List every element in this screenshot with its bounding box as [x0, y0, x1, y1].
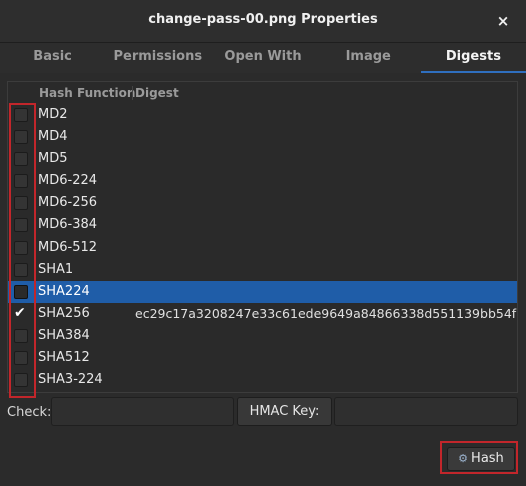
hash-function-name: SHA1: [38, 261, 74, 277]
hmac-key-input[interactable]: [334, 397, 518, 426]
check-label: Check:: [7, 405, 52, 420]
column-separator: [132, 86, 133, 100]
tab-image[interactable]: Image: [316, 43, 421, 73]
table-row[interactable]: SHA512: [8, 347, 517, 369]
table-row[interactable]: MD6-224: [8, 170, 517, 192]
hash-function-name: SHA384: [38, 327, 90, 343]
close-icon: ×: [496, 12, 510, 30]
hash-function-name: SHA224: [38, 283, 90, 299]
table-row[interactable]: MD5: [8, 148, 517, 170]
table-row[interactable]: SHA224: [8, 280, 517, 303]
table-row[interactable]: MD6-256: [8, 192, 517, 214]
hash-function-name: MD5: [38, 151, 68, 167]
hash-function-name: SHA512: [38, 350, 90, 366]
hash-button-label: Hash: [471, 451, 504, 466]
column-header-digest[interactable]: Digest: [135, 86, 179, 100]
digest-value: ec29c17a3208247e33c61ede9649a84866338d55…: [135, 305, 518, 321]
hash-gear-icon: ⚙: [458, 452, 469, 465]
table-body: MD2 MD4 MD5 MD6-224 MD6-256 MD6-384 MD6-512 SHA…: [8, 104, 517, 391]
table-row[interactable]: MD6-384: [8, 214, 517, 236]
tab-permissions[interactable]: Permissions: [105, 43, 210, 73]
hash-button[interactable]: ⚙ Hash: [447, 447, 515, 471]
hash-function-name: MD6-224: [38, 173, 98, 189]
table-row[interactable]: SHA3-224: [8, 369, 517, 391]
hash-function-name: SHA256: [38, 305, 90, 321]
annotation-highlight-checkboxes: [9, 103, 36, 398]
hash-function-name: MD6-512: [38, 239, 98, 255]
title-bar: change-pass-00.png Properties ×: [0, 0, 526, 43]
tab-digests[interactable]: Digests: [420, 43, 526, 73]
hash-function-name: MD6-256: [38, 195, 98, 211]
hmac-key-button[interactable]: HMAC Key:: [237, 397, 332, 426]
hash-function-name: SHA3-224: [38, 372, 103, 388]
table-row[interactable]: SHA384: [8, 325, 517, 347]
table-row[interactable]: MD4: [8, 126, 517, 148]
hash-function-name: MD2: [38, 107, 68, 122]
tab-basic[interactable]: Basic: [0, 43, 105, 73]
close-button[interactable]: ×: [492, 10, 514, 32]
hash-function-name: MD4: [38, 129, 68, 145]
tab-open-with[interactable]: Open With: [210, 43, 315, 73]
column-header-hash-function[interactable]: Hash Function: [39, 86, 135, 100]
digest-table: Hash Function Digest MD2 MD4 MD5 MD6-224 MD6…: [7, 81, 518, 393]
table-row[interactable]: SHA1: [8, 259, 517, 281]
hash-function-name: MD6-384: [38, 217, 98, 233]
table-row[interactable]: SHA256 ec29c17a3208247e33c61ede9649a84866…: [8, 303, 517, 325]
window-title: change-pass-00.png Properties: [148, 12, 378, 27]
table-row[interactable]: MD6-512: [8, 237, 517, 259]
check-input[interactable]: [51, 397, 234, 426]
table-row[interactable]: MD2: [8, 104, 517, 126]
tab-bar: Basic Permissions Open With Image Digest…: [0, 43, 526, 73]
table-header: Hash Function Digest: [8, 82, 517, 104]
